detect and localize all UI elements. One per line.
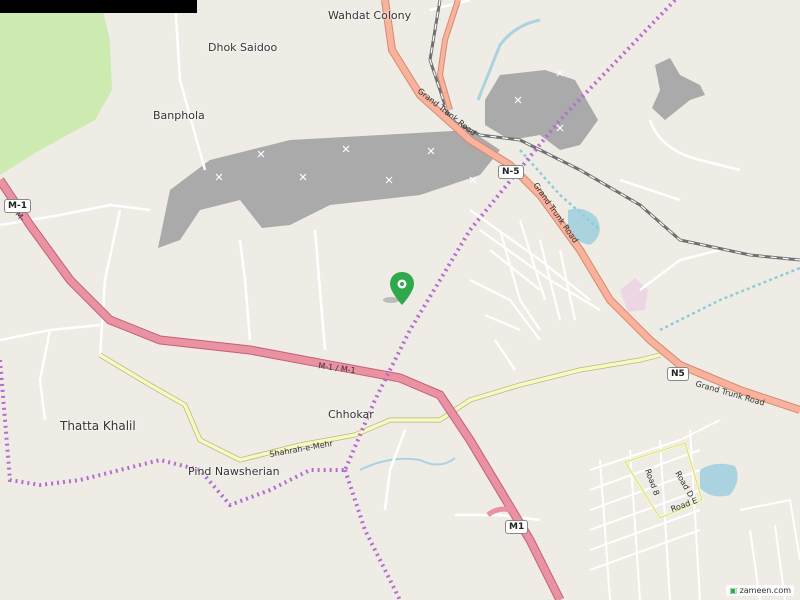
map-canvas[interactable]: Grand Trunk Road Grand Trunk Road Grand … [0, 0, 800, 600]
location-pin-icon[interactable] [383, 272, 414, 305]
water-reservoir-south [700, 463, 738, 497]
quarry-area-main [158, 130, 500, 248]
grand-trunk-road [381, 0, 800, 414]
trunk-road-north-branch [436, 0, 461, 111]
quarry-area-ne [652, 58, 705, 120]
label-shahrah-e-mehr: Shahrah-e-Mehr [269, 439, 335, 459]
road-shield-m1-west: M-1 [4, 199, 31, 213]
dashed-cyan-line [519, 149, 800, 332]
place-thatta-khalil[interactable]: Thatta Khalil [60, 419, 136, 433]
place-wahdat-colony[interactable]: Wahdat Colony [328, 9, 411, 22]
place-dhok-saidoo[interactable]: Dhok Saidoo [208, 41, 277, 54]
zameen-logo-icon: ▣ [729, 586, 738, 595]
place-chhokar[interactable]: Chhokar [328, 408, 374, 421]
road-shield-n5-north: N-5 [498, 165, 524, 179]
water-stream-south [359, 457, 456, 471]
top-black-bar [0, 0, 197, 13]
zameen-watermark: ▣ zameen.com [726, 585, 794, 596]
place-pind-nawsherian[interactable]: Pind Nawsherian [188, 465, 280, 478]
label-m1-pair: M-1 / M-1 [318, 361, 356, 375]
road-shield-n5-east: N5 [667, 367, 689, 381]
town-grid-southeast [589, 419, 800, 600]
forest-area [0, 0, 112, 175]
road-shield-m1-south: M1 [505, 520, 529, 534]
label-road-8: Road 8 [643, 468, 661, 497]
landuse-patch [620, 278, 648, 312]
map-base-layer: Grand Trunk Road Grand Trunk Road Grand … [0, 0, 800, 600]
watermark-text: zameen.com [739, 586, 791, 595]
place-banphola[interactable]: Banphola [153, 109, 205, 122]
motorway-m1 [0, 177, 565, 600]
